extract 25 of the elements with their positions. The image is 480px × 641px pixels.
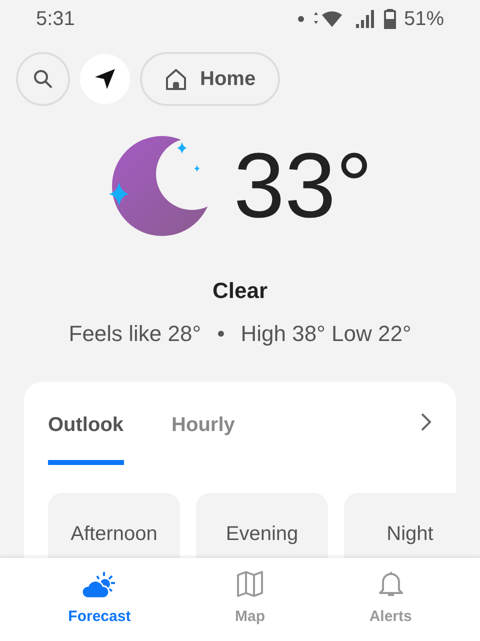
bell-icon <box>376 570 405 598</box>
temperature: 33° <box>233 140 373 232</box>
signal-icon <box>354 10 376 28</box>
search-icon <box>33 69 53 89</box>
nav-item[interactable]: Forecast <box>68 570 131 629</box>
location-chip[interactable]: Home <box>140 52 280 106</box>
period-tile[interactable]: Evening <box>196 493 328 558</box>
condition: Clear <box>212 278 268 303</box>
search-button[interactable] <box>16 52 70 106</box>
tab[interactable]: Hourly <box>172 410 235 440</box>
battery-percentage: 51% <box>404 7 444 32</box>
sun-cloud-icon <box>82 570 116 598</box>
feels-like: Feels like 28° <box>68 320 202 348</box>
map-icon <box>236 570 264 598</box>
high-low: High 38° Low 22° <box>240 320 412 348</box>
home-icon <box>164 67 188 91</box>
notification-dot-icon <box>298 16 304 22</box>
navigation-arrow-icon <box>94 68 116 90</box>
chevron-right-icon[interactable] <box>420 412 432 432</box>
period-tile[interactable]: Afternoon <box>48 493 180 558</box>
status-time: 5:31 <box>36 7 75 32</box>
separator: • <box>217 320 225 348</box>
tab[interactable]: Outlook <box>48 410 124 440</box>
period-tile[interactable]: Night <box>344 493 456 558</box>
battery-icon <box>384 9 396 29</box>
